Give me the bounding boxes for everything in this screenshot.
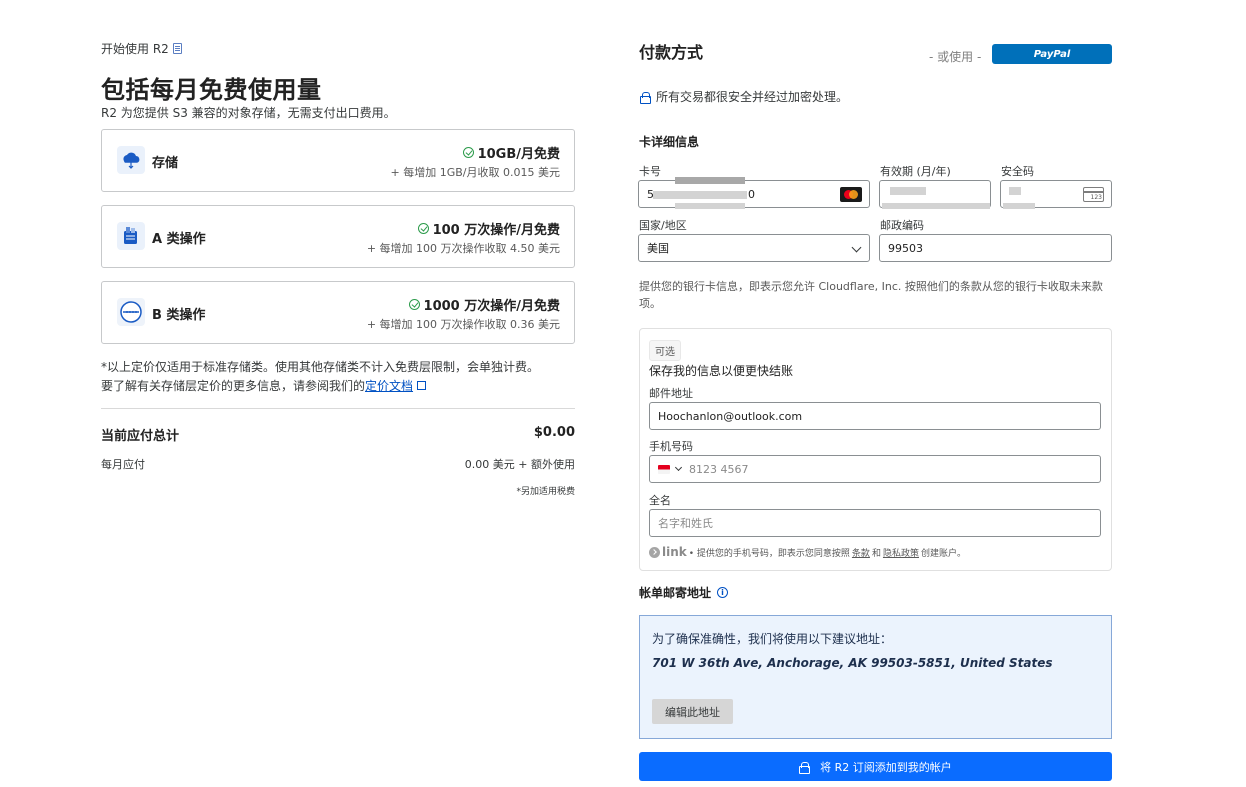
suggested-address: 701 W 36th Ave, Anchorage, AK 99503-5851…	[652, 656, 1053, 670]
link-footer-and: 和	[871, 548, 881, 559]
note-line-2: 要了解有关存储层定价的更多信息，请参阅我们的	[101, 379, 366, 393]
card-consent-text: 提供您的银行卡信息，即表示您允许 Cloudflare, Inc. 按照他们的条…	[639, 280, 1103, 310]
document-icon[interactable]	[172, 43, 182, 54]
redaction-mask	[890, 187, 926, 195]
name-placeholder: 名字和姓氏	[658, 517, 713, 530]
cvc-field[interactable]: 123	[1000, 180, 1112, 209]
billing-address-title: 帐单邮寄地址	[639, 586, 712, 600]
chevron-down-icon	[851, 242, 862, 253]
email-label: 邮件地址	[649, 387, 693, 400]
redaction-mask	[1003, 203, 1035, 209]
breadcrumb-label: 开始使用 R2	[101, 42, 169, 56]
card-number-label: 卡号	[639, 165, 661, 178]
extra-price: + 每增加 100 万次操作收取 0.36 美元	[366, 318, 560, 331]
country-label: 国家/地区	[639, 219, 687, 232]
redaction-mask	[1009, 187, 1021, 195]
zip-label: 邮政编码	[880, 219, 924, 232]
suggested-address-note: 为了确保准确性，我们将使用以下建议地址：	[652, 632, 893, 646]
phone-field[interactable]: 8123 4567	[649, 455, 1101, 483]
cvc-card-icon: 123	[1083, 187, 1104, 202]
full-name-field[interactable]: 名字和姓氏	[649, 509, 1101, 537]
or-use-label: - 或使用 -	[929, 50, 982, 64]
privacy-link[interactable]: 隐私政策	[883, 546, 919, 559]
free-tier: 1000 万次操作/月免费	[408, 295, 560, 314]
link-check-icon	[649, 546, 660, 558]
zip-field[interactable]: 99503	[879, 234, 1112, 262]
pricing-note: *以上定价仅适用于标准存储类。使用其他存储类不计入免费层限制，会单独计费。 要了…	[101, 358, 581, 396]
tax-note: *另加适用税费	[516, 487, 575, 497]
total-due-value: $0.00	[533, 425, 575, 440]
class-b-pricing-card: B 类操作 1000 万次操作/月免费 + 每增加 100 万次操作收取 0.3…	[101, 281, 575, 344]
free-tier-label: 100 万次操作/月免费	[432, 223, 560, 238]
divider	[101, 408, 575, 409]
singapore-flag-icon[interactable]	[658, 464, 670, 474]
class-a-operations-icon	[117, 222, 145, 250]
link-footer: link • 提供您的手机号码，即表示您同意按照 条款和隐私政策 创建账户。	[649, 545, 966, 559]
secure-note-text: 所有交易都很安全并经过加密处理。	[656, 90, 849, 104]
info-icon[interactable]: i	[717, 587, 729, 598]
external-link-icon	[417, 381, 427, 390]
mastercard-icon	[840, 187, 862, 202]
chevron-down-icon[interactable]	[674, 463, 683, 472]
email-field[interactable]: Hoochanlon@outlook.com	[649, 402, 1101, 430]
billing-address-heading: 帐单邮寄地址 i	[639, 584, 729, 601]
total-due-label: 当前应付总计	[101, 429, 180, 444]
extra-price: + 每增加 100 万次操作收取 4.50 美元	[366, 242, 560, 255]
secure-note: 所有交易都很安全并经过加密处理。	[640, 88, 848, 105]
country-value: 美国	[647, 242, 669, 255]
check-circle-icon	[462, 147, 474, 158]
lock-icon	[640, 91, 651, 104]
email-value: Hoochanlon@outlook.com	[658, 409, 803, 423]
monthly-due-value: 0.00 美元 + 额外使用	[464, 458, 575, 471]
redaction-mask	[653, 191, 747, 199]
note-line-1: *以上定价仅适用于标准存储类。使用其他存储类不计入免费层限制，会单独计费。	[101, 360, 540, 374]
free-tier-label: 10GB/月免费	[477, 147, 560, 162]
redaction-mask	[675, 177, 745, 184]
card-number-suffix: 0	[748, 187, 755, 201]
phone-label: 手机号码	[649, 440, 693, 453]
zip-value: 99503	[888, 241, 923, 255]
optional-badge: 可选	[649, 340, 681, 361]
link-logo: link	[649, 545, 687, 559]
terms-link[interactable]: 条款	[852, 546, 870, 559]
add-subscription-label: 将 R2 订阅添加到我的帐户	[820, 760, 952, 774]
cvc-label: 安全码	[1001, 165, 1034, 178]
monthly-due-label: 每月应付	[101, 458, 145, 471]
free-tier: 10GB/月免费	[462, 143, 560, 162]
card-details-heading: 卡详细信息	[639, 135, 700, 149]
free-tier-label: 1000 万次操作/月免费	[423, 299, 560, 314]
check-circle-icon	[408, 299, 420, 310]
expiry-label: 有效期 (月/年)	[880, 165, 951, 178]
redaction-mask	[882, 203, 990, 209]
paypal-button[interactable]: PayPal	[992, 44, 1112, 64]
edit-address-button[interactable]: 编辑此地址	[652, 699, 733, 724]
payment-method-title: 付款方式	[639, 43, 704, 62]
class-a-pricing-card: A 类操作 100 万次操作/月免费 + 每增加 100 万次操作收取 4.50…	[101, 205, 575, 268]
pricing-docs-link[interactable]: 定价文档	[365, 379, 413, 393]
free-tier: 100 万次操作/月免费	[417, 219, 560, 238]
link-footer-text-1: • 提供您的手机号码，即表示您同意按照	[688, 548, 850, 559]
add-subscription-button[interactable]: 将 R2 订阅添加到我的帐户	[639, 752, 1112, 781]
name-label: 全名	[649, 494, 671, 507]
class-b-operations-icon	[117, 298, 145, 326]
page-title: 包括每月免费使用量	[101, 76, 322, 104]
phone-placeholder: 8123 4567	[689, 462, 749, 476]
redaction-mask	[675, 203, 745, 209]
card-title: 存储	[152, 156, 179, 171]
cloud-storage-icon	[117, 146, 145, 174]
country-select[interactable]: 美国	[638, 234, 870, 262]
breadcrumb: 开始使用 R2	[101, 40, 182, 57]
card-title: B 类操作	[152, 308, 206, 323]
expiry-field[interactable]	[879, 180, 991, 209]
extra-price: + 每增加 1GB/月收取 0.015 美元	[390, 166, 560, 179]
save-info-heading: 保存我的信息以便更快结账	[649, 364, 794, 378]
link-logo-text: link	[662, 545, 687, 559]
lock-icon	[799, 761, 811, 774]
page-subtitle: R2 为您提供 S3 兼容的对象存储，无需支付出口费用。	[101, 106, 396, 120]
check-circle-icon	[417, 223, 429, 234]
card-number-field[interactable]: 5 0	[638, 177, 870, 209]
card-title: A 类操作	[152, 232, 206, 247]
link-footer-text-2: 创建账户。	[920, 548, 966, 559]
storage-pricing-card: 存储 10GB/月免费 + 每增加 1GB/月收取 0.015 美元	[101, 129, 575, 192]
